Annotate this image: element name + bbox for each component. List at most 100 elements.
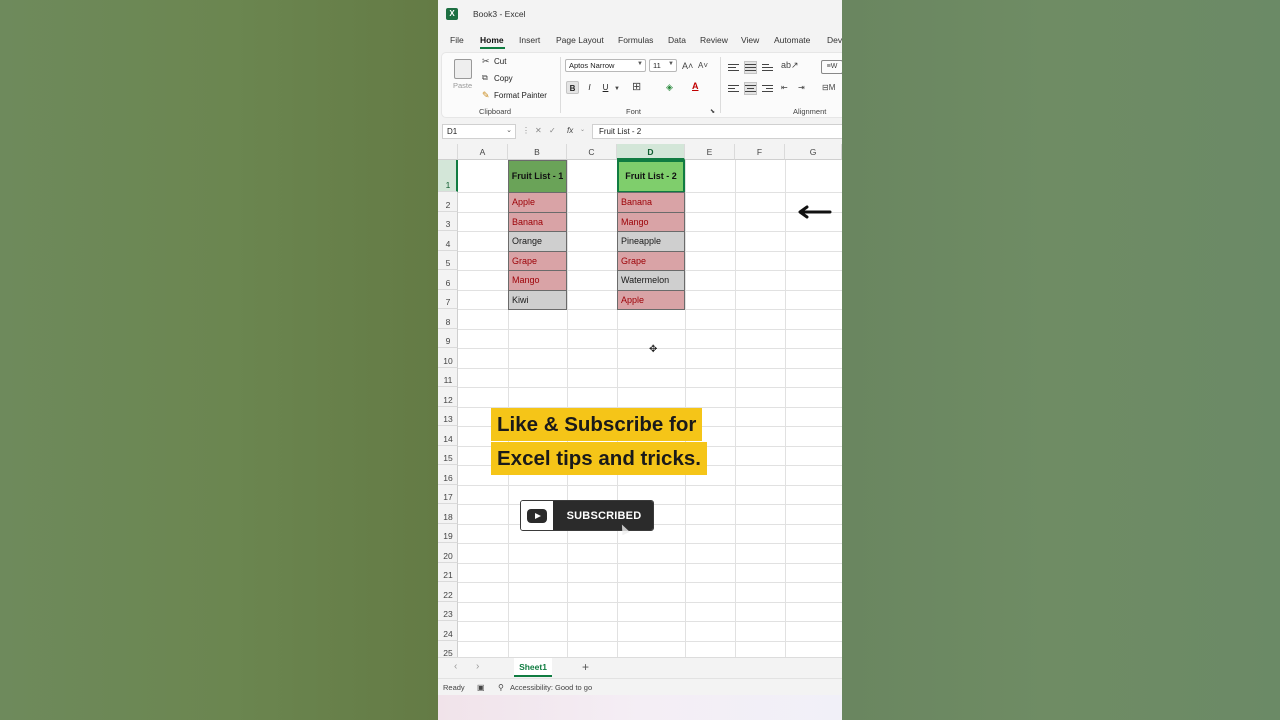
list2-cell[interactable]: Mango xyxy=(617,212,685,232)
tab-page-layout[interactable]: Page Layout xyxy=(556,35,604,45)
row-header[interactable]: 17 xyxy=(438,485,458,504)
tab-developer[interactable]: Dev xyxy=(827,35,842,45)
align-center-icon[interactable] xyxy=(744,82,757,95)
column-header[interactable]: D xyxy=(617,144,685,160)
copy-button[interactable]: Copy xyxy=(494,74,513,83)
italic-button[interactable]: I xyxy=(583,81,596,94)
increase-font-icon[interactable]: A˄ xyxy=(682,61,693,71)
column-header[interactable]: B xyxy=(508,144,567,160)
increase-indent-icon[interactable]: ⇥ xyxy=(798,83,805,93)
underline-dropdown-icon[interactable]: ▼ xyxy=(614,84,620,94)
prev-sheet-icon[interactable]: ‹ xyxy=(454,661,457,672)
font-color-icon[interactable]: A xyxy=(692,81,699,91)
row-header[interactable]: 16 xyxy=(438,465,458,485)
row-header[interactable]: 25 xyxy=(438,641,458,657)
list1-cell[interactable]: Orange xyxy=(508,231,567,252)
macro-recorder-icon[interactable]: ▣ xyxy=(477,683,485,692)
row-header[interactable]: 23 xyxy=(438,602,458,621)
tab-insert[interactable]: Insert xyxy=(519,35,540,45)
insert-function-icon[interactable]: fx xyxy=(567,126,573,135)
accessibility-icon[interactable]: ⚲ xyxy=(498,683,504,692)
tab-view[interactable]: View xyxy=(741,35,759,45)
row-header[interactable]: 20 xyxy=(438,543,458,563)
row-header[interactable]: 1 xyxy=(438,160,458,192)
middle-align-icon[interactable] xyxy=(744,61,757,74)
column-header[interactable]: G xyxy=(785,144,842,160)
formula-input[interactable]: Fruit List - 2 xyxy=(592,124,842,139)
more-options-icon[interactable]: ⋮ xyxy=(522,126,530,135)
list2-cell[interactable]: Apple xyxy=(617,290,685,310)
row-header[interactable]: 11 xyxy=(438,368,458,387)
list2-cell[interactable]: Grape xyxy=(617,251,685,271)
name-box[interactable]: D1 ⌄ xyxy=(442,124,516,139)
paste-button[interactable]: Paste xyxy=(453,81,472,90)
row-header[interactable]: 10 xyxy=(438,348,458,368)
paste-icon[interactable] xyxy=(454,59,472,79)
cut-button[interactable]: Cut xyxy=(494,57,506,66)
row-header[interactable]: 2 xyxy=(438,192,458,212)
row-header[interactable]: 18 xyxy=(438,504,458,524)
format-painter-button[interactable]: Format Painter xyxy=(494,91,547,100)
column-header[interactable]: E xyxy=(685,144,735,160)
add-sheet-icon[interactable]: + xyxy=(582,660,589,674)
row-header[interactable]: 8 xyxy=(438,309,458,329)
merge-center-icon[interactable]: ⊟M xyxy=(822,83,835,93)
list1-cell[interactable]: Apple xyxy=(508,192,567,213)
list2-header-cell[interactable]: Fruit List - 2 xyxy=(617,160,685,193)
list2-cell[interactable]: Watermelon xyxy=(617,270,685,291)
borders-icon[interactable]: ⊞ xyxy=(632,82,641,93)
row-header[interactable]: 22 xyxy=(438,582,458,602)
list2-cell[interactable]: Banana xyxy=(617,192,685,213)
row-header[interactable]: 4 xyxy=(438,231,458,251)
row-header[interactable]: 5 xyxy=(438,251,458,270)
top-align-icon[interactable] xyxy=(728,62,739,73)
decrease-indent-icon[interactable]: ⇤ xyxy=(781,83,788,93)
tab-automate[interactable]: Automate xyxy=(774,35,810,45)
tab-formulas[interactable]: Formulas xyxy=(618,35,653,45)
column-header[interactable]: F xyxy=(735,144,785,160)
bold-button[interactable]: B xyxy=(566,81,579,94)
next-sheet-icon[interactable]: › xyxy=(476,661,479,672)
row-header[interactable]: 12 xyxy=(438,387,458,407)
fill-color-icon[interactable]: ◈ xyxy=(666,82,673,92)
accessibility-status[interactable]: Accessibility: Good to go xyxy=(510,683,592,692)
format-painter-icon[interactable]: ✎ xyxy=(482,90,490,100)
font-name-select[interactable]: Aptos Narrow ▼ xyxy=(565,59,646,72)
enter-icon[interactable]: ✓ xyxy=(549,126,556,135)
row-header[interactable]: 24 xyxy=(438,621,458,641)
cut-icon[interactable]: ✂ xyxy=(482,56,490,66)
list1-cell[interactable]: Mango xyxy=(508,270,567,291)
bottom-align-icon[interactable] xyxy=(762,62,773,73)
column-header[interactable]: C xyxy=(567,144,617,160)
row-header[interactable]: 21 xyxy=(438,563,458,582)
copy-icon[interactable]: ⧉ xyxy=(482,73,488,83)
cancel-icon[interactable]: ✕ xyxy=(535,126,542,135)
list2-cell[interactable]: Pineapple xyxy=(617,231,685,252)
list1-cell[interactable]: Grape xyxy=(508,251,567,271)
row-header[interactable]: 14 xyxy=(438,426,458,446)
font-dialog-launcher-icon[interactable]: ⬊ xyxy=(710,107,715,117)
tab-file[interactable]: File xyxy=(450,35,464,45)
row-header[interactable]: 19 xyxy=(438,524,458,543)
select-all-corner[interactable] xyxy=(438,144,458,160)
row-header[interactable]: 9 xyxy=(438,329,458,348)
decrease-font-icon[interactable]: A˅ xyxy=(698,61,708,71)
font-size-select[interactable]: 11 ▼ xyxy=(649,59,677,72)
row-header[interactable]: 13 xyxy=(438,407,458,426)
tab-home[interactable]: Home xyxy=(480,35,504,45)
list1-header-cell[interactable]: Fruit List - 1 xyxy=(508,160,567,193)
row-header[interactable]: 7 xyxy=(438,290,458,309)
worksheet-grid[interactable]: A B C D E F G 1 2 3 4 5 6 7 8 9 10 11 12… xyxy=(438,144,842,657)
subscribe-button[interactable]: SUBSCRIBED xyxy=(520,500,654,531)
wrap-text-icon[interactable]: ≡W xyxy=(821,60,842,74)
underline-button[interactable]: U xyxy=(599,81,612,94)
formula-bar-expand-icon[interactable]: ⌄ xyxy=(580,126,585,133)
sheet-tab[interactable]: Sheet1 xyxy=(514,658,552,677)
align-right-icon[interactable] xyxy=(762,83,773,94)
align-left-icon[interactable] xyxy=(728,83,739,94)
row-header[interactable]: 15 xyxy=(438,446,458,465)
tab-data[interactable]: Data xyxy=(668,35,686,45)
row-header[interactable]: 6 xyxy=(438,270,458,290)
list1-cell[interactable]: Banana xyxy=(508,212,567,232)
tab-review[interactable]: Review xyxy=(700,35,728,45)
